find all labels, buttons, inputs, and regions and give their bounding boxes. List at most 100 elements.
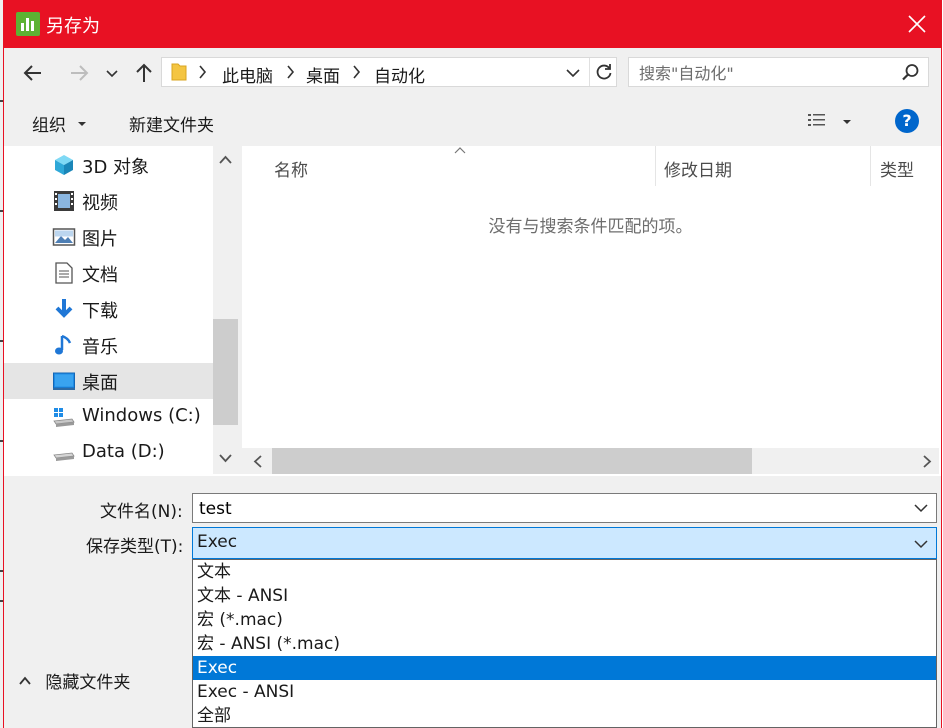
help-button[interactable]: ? [895, 109, 919, 133]
scroll-left-icon[interactable] [252, 454, 264, 469]
filetype-option[interactable]: 文本 - ANSI [193, 584, 936, 608]
desktop-icon [53, 372, 75, 390]
filetype-option[interactable]: 文本 [193, 560, 936, 584]
navigation-bar: 此电脑 桌面 自动化 [4, 48, 941, 98]
sidebar-item-label: 视频 [82, 193, 118, 214]
empty-result-message: 没有与搜索条件匹配的项。 [488, 217, 693, 237]
sidebar-item-windows-drive[interactable]: Windows (C:) [4, 399, 213, 435]
sidebar-item-music[interactable]: 音乐 [4, 327, 213, 363]
close-icon [908, 15, 926, 33]
filetype-option[interactable]: 宏 - ANSI (*.mac) [193, 632, 936, 656]
search-box [628, 57, 929, 87]
filetype-option[interactable]: 宏 (*.mac) [193, 608, 936, 632]
breadcrumb-this-pc[interactable]: 此电脑 [222, 62, 273, 87]
sidebar-item-label: 图片 [82, 229, 118, 250]
new-folder-button[interactable]: 新建文件夹 [129, 111, 214, 136]
scrollbar-thumb[interactable] [272, 448, 752, 474]
sidebar-item-label: 下载 [82, 301, 118, 322]
sort-ascending-icon [454, 147, 466, 154]
filetype-option[interactable]: 全部 [193, 704, 936, 727]
filetype-option[interactable]: Exec - ANSI [193, 680, 936, 704]
sidebar-item-label: 文档 [82, 265, 118, 286]
back-button[interactable] [20, 60, 46, 86]
sidebar-item-label: 音乐 [82, 337, 118, 358]
caret-down-icon [78, 122, 87, 126]
sidebar-item-documents[interactable]: 文档 [4, 255, 213, 291]
sidebar-item-desktop[interactable]: 桌面 [4, 363, 213, 399]
drive-icon [53, 452, 75, 461]
recent-locations-button[interactable] [104, 60, 120, 86]
filename-box [192, 493, 937, 523]
sidebar-item-pictures[interactable]: 图片 [4, 219, 213, 255]
filetype-selected-value: Exec [197, 532, 238, 552]
scroll-right-icon[interactable] [921, 454, 933, 469]
close-button[interactable] [893, 0, 941, 48]
address-bar[interactable]: 此电脑 桌面 自动化 [161, 57, 617, 87]
hide-folders-button[interactable]: 隐藏文件夹 [18, 668, 130, 693]
filename-label: 文件名(N): [100, 502, 183, 522]
breadcrumb-separator-icon [199, 65, 207, 79]
chevron-down-icon[interactable] [565, 65, 581, 81]
details-view-icon [808, 114, 825, 126]
arrow-up-icon [136, 63, 152, 82]
breadcrumb-desktop[interactable]: 桌面 [306, 62, 340, 87]
scroll-up-icon[interactable] [218, 154, 233, 166]
refresh-icon[interactable] [594, 62, 614, 82]
picture-icon [52, 228, 76, 246]
chevron-down-icon [914, 540, 928, 549]
chevron-down-icon [106, 70, 118, 78]
forward-button[interactable] [66, 60, 92, 86]
filetype-option-selected[interactable]: Exec [193, 656, 936, 680]
breadcrumb-current-folder[interactable]: 自动化 [374, 62, 425, 87]
scroll-down-icon[interactable] [218, 452, 233, 464]
file-list-horizontal-scrollbar[interactable] [242, 448, 939, 474]
window-title: 另存为 [46, 16, 100, 37]
column-header-name[interactable]: 名称 [274, 156, 308, 181]
sidebar-item-data-drive[interactable]: Data (D:) [4, 435, 213, 471]
film-icon [54, 191, 74, 211]
column-header-type[interactable]: 类型 [880, 156, 914, 181]
browser-area: 3D 对象 视频 图片 文档 下载 音乐 桌面 Windows (C:) Dat… [4, 146, 941, 476]
caret-down-icon [843, 120, 851, 124]
windows-drive-icon [53, 408, 75, 427]
music-note-icon [55, 334, 72, 355]
up-button[interactable] [131, 60, 157, 86]
download-arrow-icon [55, 299, 73, 318]
sidebar-item-videos[interactable]: 视频 [4, 183, 213, 219]
filetype-label: 保存类型(T): [86, 537, 184, 557]
hide-folders-label: 隐藏文件夹 [45, 673, 131, 693]
filename-input[interactable] [197, 497, 901, 521]
column-separator[interactable] [655, 146, 656, 186]
command-toolbar: 组织 新建文件夹 ? [4, 98, 941, 146]
organize-button[interactable]: 组织 [32, 111, 87, 136]
filetype-dropdown-list: 文本 文本 - ANSI 宏 (*.mac) 宏 - ANSI (*.mac) … [192, 559, 937, 728]
chevron-down-icon[interactable] [914, 501, 928, 515]
sidebar-item-label: 桌面 [82, 373, 118, 394]
breadcrumb-separator-icon [353, 65, 361, 79]
navigation-pane-scrollbar[interactable] [213, 146, 238, 474]
save-as-dialog: 另存为 此电脑 桌面 自动化 搜索"自动化" 组织 新建文件夹 ? 3D 对象 … [3, 0, 942, 728]
search-input[interactable] [637, 61, 891, 85]
organize-label: 组织 [32, 116, 66, 136]
cube-3d-icon [55, 155, 73, 175]
filetype-select[interactable]: Exec [192, 527, 937, 559]
file-list-pane: 名称 修改日期 类型 没有与搜索条件匹配的项。 [242, 146, 939, 474]
navigation-pane: 3D 对象 视频 图片 文档 下载 音乐 桌面 Windows (C:) Dat… [4, 146, 238, 474]
save-options: 文件名(N): 保存类型(T): Exec 文本 文本 - ANSI 宏 (*.… [4, 476, 941, 728]
bar-chart-app-icon [16, 12, 40, 36]
arrow-right-icon [71, 65, 89, 81]
sidebar-item-label: Data (D:) [82, 441, 165, 462]
scrollbar-thumb[interactable] [213, 319, 238, 425]
sidebar-item-label: Windows (C:) [82, 405, 201, 426]
column-separator[interactable] [870, 146, 871, 186]
arrow-left-icon [23, 65, 41, 81]
chevron-up-icon [19, 676, 31, 685]
search-icon[interactable] [901, 63, 920, 82]
sidebar-item-label: 3D 对象 [82, 157, 150, 178]
sidebar-item-3d-objects[interactable]: 3D 对象 [4, 147, 213, 183]
sidebar-item-downloads[interactable]: 下载 [4, 291, 213, 327]
folder-icon [171, 63, 187, 81]
view-options-button[interactable] [806, 110, 854, 134]
column-header-date-modified[interactable]: 修改日期 [664, 156, 732, 181]
title-bar[interactable]: 另存为 [4, 0, 941, 48]
